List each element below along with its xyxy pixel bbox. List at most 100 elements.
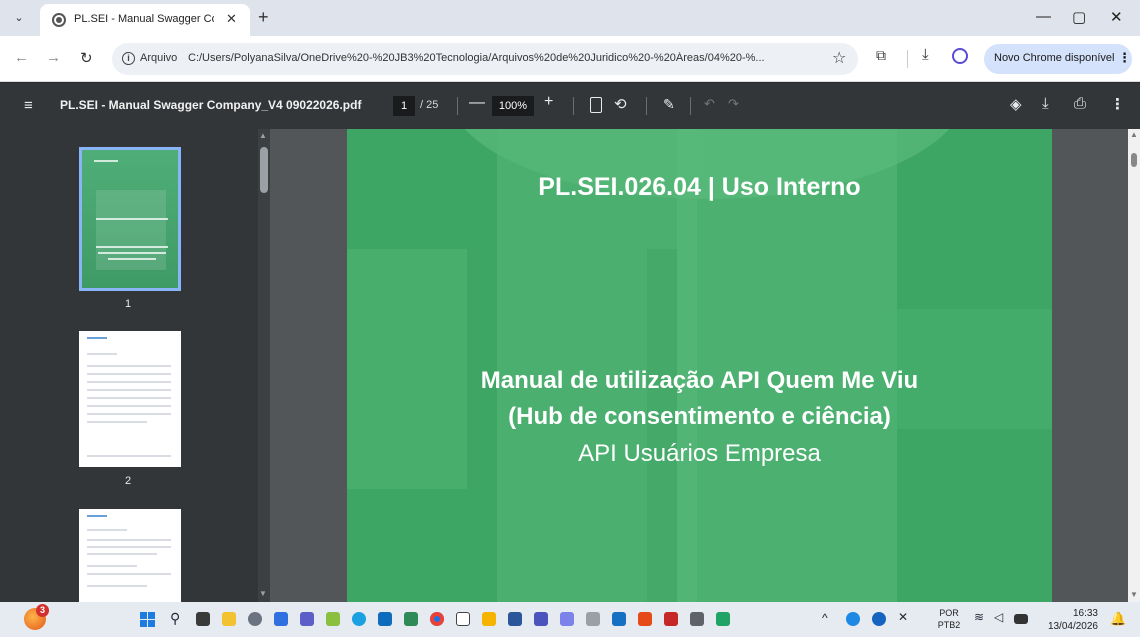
page-thumbnail-1[interactable] xyxy=(79,147,181,291)
fit-page-icon[interactable] xyxy=(590,97,602,113)
window-maximize-button[interactable]: ▢ xyxy=(1072,8,1086,26)
app-icon[interactable] xyxy=(560,612,574,626)
app-icon[interactable] xyxy=(690,612,704,626)
bookmark-star-icon[interactable]: ☆ xyxy=(832,48,846,68)
excel-icon[interactable] xyxy=(716,612,730,626)
scroll-down-arrow-icon[interactable]: ▼ xyxy=(259,589,267,598)
photos-icon[interactable] xyxy=(326,612,340,626)
document-title-line-1: Manual de utilização API Quem Me Viu xyxy=(480,367,919,394)
extensions-icon[interactable]: ⧉ xyxy=(876,47,886,64)
chrome-icon[interactable] xyxy=(430,612,444,626)
keyboard-layout: PTB2 xyxy=(937,620,961,630)
pdf-toolbar: ≡ PL.SEI - Manual Swagger Company_V4 090… xyxy=(0,83,1140,129)
tab-strip: ⌄ PL.SEI - Manual Swagger Comp ✕ + — ▢ ✕ xyxy=(0,0,1140,36)
profile-avatar-icon[interactable] xyxy=(952,48,968,64)
thumbnail-text-line xyxy=(87,553,157,555)
zoom-out-button[interactable]: — xyxy=(469,94,485,112)
toolbar-divider xyxy=(646,97,647,115)
onedrive-business-icon[interactable] xyxy=(872,612,886,626)
notification-bell-icon[interactable]: 🔔 xyxy=(1110,611,1126,627)
thumbnail-text-line xyxy=(87,389,171,391)
thumbnail-number: 2 xyxy=(125,475,132,487)
thumbnail-text-line xyxy=(87,373,171,375)
language-code: POR xyxy=(939,608,959,618)
tab-search-chevron-icon[interactable]: ⌄ xyxy=(10,9,28,27)
thumbnail-text-line xyxy=(108,258,156,260)
settings-icon[interactable] xyxy=(248,612,262,626)
notepad-icon[interactable] xyxy=(456,612,470,626)
thumbnail-text-line xyxy=(87,405,171,407)
page-thumbnail-3[interactable] xyxy=(79,509,181,602)
mic-muted-icon[interactable]: ✕ xyxy=(898,610,908,624)
downloads-icon[interactable]: ⤓ xyxy=(922,46,929,63)
word-icon[interactable] xyxy=(508,612,522,626)
pdf-more-options-icon[interactable]: ⋮ xyxy=(1110,95,1125,113)
sidebar-toggle-icon[interactable]: ≡ xyxy=(24,97,33,114)
undo-icon[interactable]: ↶ xyxy=(704,96,715,112)
onedrive-icon[interactable] xyxy=(846,612,860,626)
scroll-down-arrow-icon[interactable]: ▼ xyxy=(1130,590,1138,599)
powerpoint-icon[interactable] xyxy=(664,612,678,626)
system-clock[interactable]: 16:33 13/04/2026 xyxy=(1044,607,1098,633)
scroll-up-arrow-icon[interactable]: ▲ xyxy=(259,131,267,140)
print-icon[interactable]: ⎙ xyxy=(1074,95,1086,112)
app-icon[interactable] xyxy=(404,612,418,626)
pdf-page-1: PL.SEI.026.04 | Uso Interno Manual de ut… xyxy=(347,129,1052,602)
pdf-download-icon[interactable]: ⤓ xyxy=(1042,95,1049,112)
window-close-button[interactable]: ✕ xyxy=(1110,8,1123,26)
pdf-viewer: 1 2 ▲ ▼ PL.SEI.026.04 | Uso Interno Manu… xyxy=(0,129,1140,602)
file-explorer-icon[interactable] xyxy=(222,612,236,626)
wifi-icon[interactable]: ≋ xyxy=(974,610,984,624)
zoom-in-button[interactable]: + xyxy=(544,93,553,111)
zoom-level-input[interactable]: 100% xyxy=(492,96,534,116)
main-scrollbar[interactable] xyxy=(1128,129,1140,602)
thumbnail-scrollbar[interactable] xyxy=(258,129,270,602)
thumbnail-text-line xyxy=(87,585,147,587)
firefox-app-icon[interactable]: 3 xyxy=(24,604,49,630)
draw-icon[interactable]: ✎ xyxy=(663,96,675,113)
new-tab-button[interactable]: + xyxy=(258,7,269,28)
store-icon[interactable] xyxy=(274,612,288,626)
toolbar-divider xyxy=(457,97,458,115)
annotation-icon[interactable]: ◈ xyxy=(1010,95,1022,113)
thumbnail-text-line xyxy=(87,421,147,423)
main-scrollbar-thumb[interactable] xyxy=(1131,153,1137,167)
thumbnail-text-line xyxy=(87,546,171,548)
pdf-file-title: PL.SEI - Manual Swagger Company_V4 09022… xyxy=(60,98,362,112)
teams-chat-icon[interactable] xyxy=(534,612,548,626)
teams-icon[interactable] xyxy=(300,612,314,626)
rotate-icon[interactable]: ⟲ xyxy=(614,95,627,113)
tray-overflow-chevron-icon[interactable]: ^ xyxy=(822,611,828,625)
browser-tab-active[interactable]: PL.SEI - Manual Swagger Comp ✕ xyxy=(40,4,250,36)
chrome-update-button[interactable]: Novo Chrome disponível ⋮ xyxy=(984,44,1132,74)
back-button[interactable]: ← xyxy=(14,49,29,66)
app-icon[interactable] xyxy=(638,612,652,626)
page-thumbnail-2[interactable] xyxy=(79,331,181,467)
scroll-up-arrow-icon[interactable]: ▲ xyxy=(1130,130,1138,139)
thumbnail-text-line xyxy=(87,565,137,567)
site-info-icon[interactable]: i xyxy=(122,52,135,65)
chrome-menu-icon[interactable]: ⋮ xyxy=(1118,50,1131,66)
forward-button[interactable]: → xyxy=(46,49,61,66)
task-view-icon[interactable] xyxy=(196,612,210,626)
battery-icon[interactable] xyxy=(1014,614,1028,624)
page-number-input[interactable]: 1 xyxy=(393,96,415,116)
thumbnail-scrollbar-thumb[interactable] xyxy=(260,147,268,193)
window-minimize-button[interactable]: — xyxy=(1036,8,1051,25)
start-icon[interactable] xyxy=(140,612,155,627)
edge-icon[interactable] xyxy=(352,612,366,626)
app-icon[interactable] xyxy=(586,612,600,626)
search-icon[interactable]: ⚲ xyxy=(170,610,180,627)
outlook-icon[interactable] xyxy=(378,612,392,626)
folder-icon[interactable] xyxy=(482,612,496,626)
tab-close-icon[interactable]: ✕ xyxy=(226,11,237,27)
url-text[interactable]: C:/Users/PolyanaSilva/OneDrive%20-%20JB3… xyxy=(188,52,828,64)
address-bar[interactable]: i Arquivo C:/Users/PolyanaSilva/OneDrive… xyxy=(112,43,858,75)
language-indicator[interactable]: POR PTB2 xyxy=(934,607,964,631)
redo-icon[interactable]: ↷ xyxy=(728,96,739,112)
app-icon[interactable] xyxy=(612,612,626,626)
volume-icon[interactable]: ◁ xyxy=(994,610,1003,624)
reload-button[interactable]: ↻ xyxy=(80,49,93,67)
thumbnail-text-line xyxy=(96,246,168,248)
thumbnail-text-line xyxy=(87,353,117,355)
